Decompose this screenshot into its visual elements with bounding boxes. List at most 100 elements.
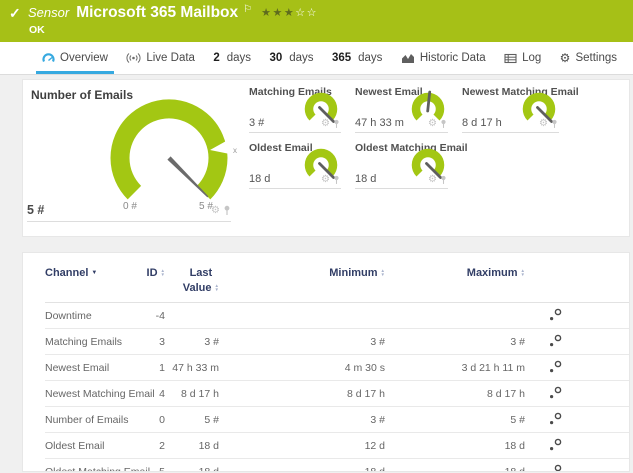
gear-icon[interactable]: ⚙	[321, 175, 330, 185]
minimum-value: 18 d	[364, 465, 385, 472]
tab-log[interactable]: Log	[498, 42, 547, 74]
channel-name: Oldest Matching Email	[45, 465, 151, 472]
page-title: Microsoft 365 Mailbox	[76, 4, 239, 21]
sort-icons: ▲ ▼	[520, 268, 525, 277]
channel-settings-wrench-icon[interactable]	[549, 360, 562, 376]
maximum-value: 3 #	[510, 335, 525, 348]
priority-stars[interactable]: ★★★☆☆	[261, 7, 318, 19]
last-value: 18 d	[198, 439, 219, 452]
gauge-needle	[167, 156, 209, 198]
channel-name: Oldest Email	[45, 439, 105, 452]
channel-settings-wrench-icon[interactable]	[549, 412, 562, 428]
minimum-value: 4 m 30 s	[344, 361, 385, 374]
gear-icon[interactable]: ⚙	[428, 119, 437, 129]
maximum-value: 18 d	[504, 439, 525, 452]
channel-id: 3	[159, 335, 165, 348]
mini-gauge-newest-matching-email: Newest Matching Email 8 d 17 h ⚙	[462, 86, 579, 133]
mini-gauge-value: 3 #	[249, 117, 265, 129]
channel-settings-wrench-icon[interactable]	[549, 386, 562, 402]
channel-name: Downtime	[45, 309, 92, 322]
status-badge: OK	[29, 24, 45, 36]
mini-gauge-matching-emails: Matching Emails 3 # ⚙	[249, 86, 341, 133]
tab-live-data[interactable]: Live Data	[120, 42, 201, 74]
tab-historic-data[interactable]: Historic Data	[395, 42, 492, 74]
table-row-downtime[interactable]: Downtime -4	[45, 303, 629, 329]
pin-icon[interactable]	[223, 205, 231, 216]
last-value: 47 h 33 m	[172, 361, 219, 374]
gear-icon[interactable]: ⚙	[321, 119, 330, 129]
tab-label: Log	[522, 52, 542, 64]
table-row-matching-emails[interactable]: Matching Emails 3 3 # 3 # 3 #	[45, 329, 629, 355]
gear-icon[interactable]: ⚙	[211, 205, 220, 216]
mini-gauge-value: 18 d	[249, 173, 271, 185]
channel-id: 2	[159, 439, 165, 452]
pin-icon[interactable]	[551, 119, 558, 129]
table-row-newest-matching-email[interactable]: Newest Matching Email 4 8 d 17 h 8 d 17 …	[45, 381, 629, 407]
channel-settings-wrench-icon[interactable]	[549, 334, 562, 350]
table-row-oldest-email[interactable]: Oldest Email 2 18 d 12 d 18 d	[45, 433, 629, 459]
channel-name: Newest Matching Email	[45, 387, 155, 400]
table-row-oldest-matching-email[interactable]: Oldest Matching Email 5 18 d 18 d 18 d	[45, 459, 629, 472]
minimum-value: 3 #	[370, 413, 385, 426]
tab-label: Settings	[575, 52, 617, 64]
gauge-scale-min: 0 #	[123, 201, 137, 212]
log-icon	[504, 53, 517, 63]
tab-30-days[interactable]: 30 days	[263, 42, 319, 74]
tab-365-days[interactable]: 365 days	[326, 42, 388, 74]
minimum-value: 8 d 17 h	[347, 387, 385, 400]
maximum-value: 18 d	[504, 465, 525, 472]
gauge-marker-label: x	[233, 146, 237, 155]
settings-gear-icon: ⚙	[559, 51, 571, 65]
channel-name: Matching Emails	[45, 335, 123, 348]
channel-id: 0	[159, 413, 165, 426]
pin-icon[interactable]	[440, 175, 447, 185]
last-value: 3 #	[204, 335, 219, 348]
mini-gauge-value: 47 h 33 m	[355, 117, 404, 129]
tab-overview[interactable]: Overview	[36, 42, 114, 74]
column-header-maximum[interactable]: Maximum ▲ ▼	[467, 267, 525, 279]
table-row-newest-email[interactable]: Newest Email 1 47 h 33 m 4 m 30 s 3 d 21…	[45, 355, 629, 381]
last-value: 18 d	[198, 465, 219, 472]
channel-settings-wrench-icon[interactable]	[549, 438, 562, 454]
pin-icon[interactable]	[333, 175, 340, 185]
table-row-number-of-emails[interactable]: Number of Emails 0 5 # 3 # 5 #	[45, 407, 629, 433]
tab-number: 365	[331, 52, 352, 64]
pin-icon[interactable]	[333, 119, 340, 129]
status-check-icon: ✓	[9, 5, 21, 21]
gear-icon[interactable]: ⚙	[428, 175, 437, 185]
live-data-icon	[126, 53, 141, 63]
column-header-last-value[interactable]: Last Value ▲ ▼	[183, 267, 219, 294]
last-value: 8 d 17 h	[181, 387, 219, 400]
tab-label: Overview	[60, 52, 108, 64]
tab-label: days	[226, 52, 252, 64]
mini-gauge-newest-email: Newest Email 47 h 33 m ⚙	[355, 86, 448, 133]
tab-number: 30	[269, 52, 283, 64]
maximum-value: 8 d 17 h	[487, 387, 525, 400]
stars-filled[interactable]: ★★★	[261, 7, 295, 19]
maximum-value: 5 #	[510, 413, 525, 426]
pin-icon[interactable]	[440, 119, 447, 129]
column-header-id[interactable]: ID ▲ ▼	[147, 267, 165, 279]
sensor-header: ✓ Sensor Microsoft 365 Mailbox ⚐ ★★★☆☆ OK	[0, 0, 633, 42]
column-header-minimum[interactable]: Minimum ▲ ▼	[329, 267, 385, 279]
tab-label: days	[358, 52, 383, 64]
channel-id: 5	[159, 465, 165, 472]
overview-panel: Number of Emails x 5 # 0 # 5 # ⚙ Matchin…	[22, 79, 630, 237]
tab-2-days[interactable]: 2 days	[207, 42, 257, 74]
channel-settings-wrench-icon[interactable]	[549, 464, 562, 471]
stars-empty[interactable]: ☆☆	[295, 7, 318, 19]
column-header-channel[interactable]: Channel ▼	[45, 267, 97, 279]
sort-icons: ▲ ▼	[214, 283, 219, 292]
divider	[27, 221, 231, 222]
gear-icon[interactable]: ⚙	[539, 119, 548, 129]
tab-number: 2	[213, 52, 220, 64]
tab-settings[interactable]: ⚙ Settings	[554, 42, 623, 74]
mini-gauge-oldest-matching-email: Oldest Matching Email 18 d ⚙	[355, 142, 468, 189]
channel-id: 4	[159, 387, 165, 400]
channel-table: Channel ▼ ID ▲ ▼ Last Value ▲ ▼ Minimum ▲ ▼ Maxi…	[22, 252, 630, 472]
channel-settings-wrench-icon[interactable]	[549, 308, 562, 324]
mini-gauge-value: 18 d	[355, 173, 377, 185]
flag-icon[interactable]: ⚐	[243, 4, 252, 15]
tab-label: days	[289, 52, 314, 64]
sort-desc-icon: ▼	[91, 270, 98, 276]
